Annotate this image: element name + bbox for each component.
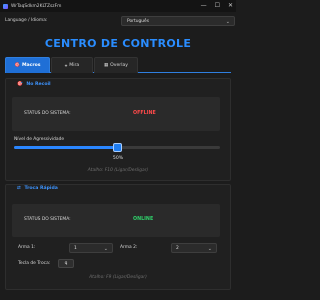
tab-label: Mira [69, 63, 80, 68]
language-row: Language / Idioma: Português ⌄ [5, 16, 235, 26]
status-badge: OFFLINE [133, 111, 156, 116]
language-label: Language / Idioma: [5, 18, 48, 23]
tab-label: Overlay [110, 63, 128, 68]
title-bar: WrTaqSdkm2KLTZszFm — ☐ ✕ [0, 0, 236, 12]
minimize-icon[interactable]: — [201, 3, 207, 9]
weapon2-value: 2 [176, 246, 179, 251]
status-label: STATUS DO SISTEMA: [24, 217, 71, 222]
chevron-down-icon: ⌄ [207, 245, 212, 252]
maximize-icon[interactable]: ☐ [215, 3, 220, 9]
chevron-down-icon: ⌄ [225, 18, 230, 25]
overlay-icon: ▦ [103, 63, 109, 68]
swap-icon: ⇄ [17, 186, 21, 191]
section-title: No Recoil [26, 82, 51, 87]
weapon1-value: 1 [74, 246, 77, 251]
language-selected-value: Português [127, 19, 150, 24]
slider-fill [14, 146, 117, 149]
weapon2-select[interactable]: 2 ⌄ [171, 243, 217, 253]
close-icon[interactable]: ✕ [228, 3, 233, 9]
quick-swap-header: ⇄ Troca Rápida [17, 186, 58, 191]
window-title: WrTaqSdkm2KLTZszFm [11, 3, 62, 9]
swap-key-label: Tecla de Troca: [18, 261, 51, 266]
tab-overlay[interactable]: ▦ Overlay [94, 57, 138, 73]
slider-handle[interactable] [112, 143, 122, 152]
aggressiveness-label: Nível de Agressividade [14, 137, 65, 142]
weapon1-label: Arma 1: [18, 245, 36, 250]
swap-key-input[interactable]: q [58, 259, 74, 268]
no-recoil-status-box: STATUS DO SISTEMA: OFFLINE [12, 97, 220, 131]
crosshair-icon: ⌖ [64, 63, 68, 69]
status-badge: ONLINE [133, 217, 154, 222]
target-icon: 🎯 [14, 63, 20, 68]
target-icon: 🎯 [17, 82, 23, 87]
no-recoil-hotkey-hint: Atalho: F10 (Ligar/Desligar) [87, 168, 149, 173]
no-recoil-header: 🎯 No Recoil [17, 82, 51, 87]
tab-label: Macros [21, 63, 41, 68]
tab-bar: 🎯 Macros ⌖ Mira ▦ Overlay [5, 56, 231, 73]
window-controls: — ☐ ✕ [201, 0, 233, 12]
quick-swap-hotkey-hint: Atalho: F9 (Ligar/Desligar) [89, 275, 147, 280]
status-label: STATUS DO SISTEMA: [24, 111, 71, 116]
app-icon [3, 3, 8, 9]
weapon1-select[interactable]: 1 ⌄ [69, 243, 113, 253]
section-title: Troca Rápida [24, 186, 58, 191]
page-title: CENTRO DE CONTROLE [44, 37, 192, 50]
weapon2-label: Arma 2: [120, 245, 138, 250]
tab-mira[interactable]: ⌖ Mira [51, 57, 93, 73]
chevron-down-icon: ⌄ [103, 245, 108, 252]
tab-macros[interactable]: 🎯 Macros [5, 57, 50, 73]
aggressiveness-value: 50% [112, 156, 124, 161]
quick-swap-status-box: STATUS DO SISTEMA: ONLINE [12, 204, 220, 237]
language-select[interactable]: Português ⌄ [121, 16, 235, 26]
